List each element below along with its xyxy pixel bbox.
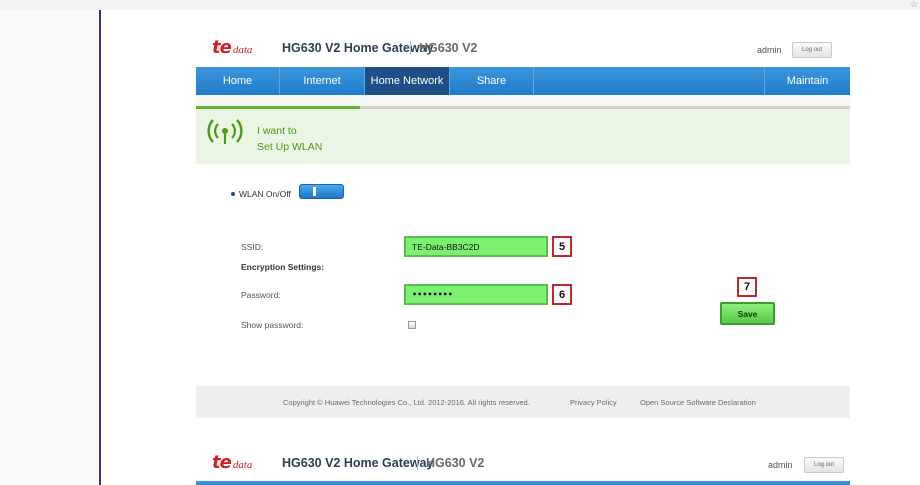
copyright-text: Copyright © Huawei Technologies Co., Ltd… [283, 398, 530, 407]
brand-logo: te data [212, 36, 253, 58]
save-button[interactable]: Save [720, 302, 775, 325]
show-password-checkbox[interactable] [408, 321, 416, 329]
toggle-on-indicator [313, 187, 316, 196]
logo-data-text: data [232, 43, 253, 56]
router-panel: te data HG630 V2 Home Gateway HG630 V2 a… [196, 28, 850, 418]
oss-declaration-link[interactable]: Open Source Software Declaration [640, 398, 756, 407]
screenshot-page: ☆ te data HG630 V2 Home Gateway HG630 V2… [0, 0, 920, 485]
step-marker-7: 7 [737, 277, 757, 297]
step-marker-6: 6 [552, 284, 572, 305]
bookmark-star-icon[interactable]: ☆ [910, 0, 918, 10]
encryption-heading: Encryption Settings: [241, 262, 325, 272]
router-header-second: te data HG630 V2 Home Gateway HG630 V2 a… [196, 443, 850, 481]
username: admin [757, 45, 782, 55]
ssid-input[interactable]: TE-Data-BB3C2D [404, 236, 548, 257]
wifi-signal-icon [207, 119, 243, 144]
banner-line1: I want to [257, 125, 297, 137]
nav-internet[interactable]: Internet [280, 67, 365, 95]
browser-top-strip [0, 0, 920, 10]
nav-share[interactable]: Share [450, 67, 534, 95]
nav-maintain[interactable]: Maintain [765, 67, 850, 95]
banner-line2: Set Up WLAN [257, 141, 323, 153]
model-name: HG630 V2 [410, 41, 477, 55]
ssid-label: SSID: [241, 242, 264, 252]
model-name-second: HG630 V2 [417, 456, 484, 470]
brand-logo-second: te data [212, 451, 253, 473]
main-nav-second [196, 481, 850, 485]
logout-button[interactable]: Log out [792, 42, 832, 58]
password-label: Password: [241, 290, 281, 300]
nav-home[interactable]: Home [196, 67, 280, 95]
router-panel-second: te data HG630 V2 Home Gateway HG630 V2 a… [196, 443, 850, 485]
wlan-toggle-switch[interactable] [299, 184, 344, 199]
show-password-label: Show password: [241, 320, 304, 330]
page-title-second: HG630 V2 Home Gateway [282, 456, 434, 470]
left-divider-line [99, 10, 101, 485]
main-nav: Home Internet Home Network Share Maintai… [196, 67, 850, 95]
router-header: te data HG630 V2 Home Gateway HG630 V2 a… [196, 28, 850, 67]
nav-home-network[interactable]: Home Network [365, 67, 450, 95]
banner-text: I want to Set Up WLAN [257, 123, 322, 155]
wlan-toggle-label: WLAN On/Off [239, 189, 291, 199]
step-marker-5: 5 [552, 236, 572, 257]
logout-button-second[interactable]: Log out [804, 457, 844, 473]
wlan-banner: I want to Set Up WLAN [196, 109, 850, 164]
password-input[interactable]: •••••••• [404, 284, 548, 305]
left-pane [0, 10, 100, 485]
bullet-dot [231, 192, 235, 196]
wlan-settings-form: WLAN On/Off SSID: TE-Data-BB3C2D 5 Encry… [196, 164, 850, 386]
nav-spacer [534, 67, 765, 95]
logo-mark: te [212, 36, 232, 58]
logo-mark-second: te [212, 451, 232, 473]
privacy-policy-link[interactable]: Privacy Policy [570, 398, 617, 407]
logo-data-text-second: data [232, 458, 253, 471]
username-second: admin [768, 460, 793, 470]
page-footer: Copyright © Huawei Technologies Co., Ltd… [196, 386, 850, 418]
